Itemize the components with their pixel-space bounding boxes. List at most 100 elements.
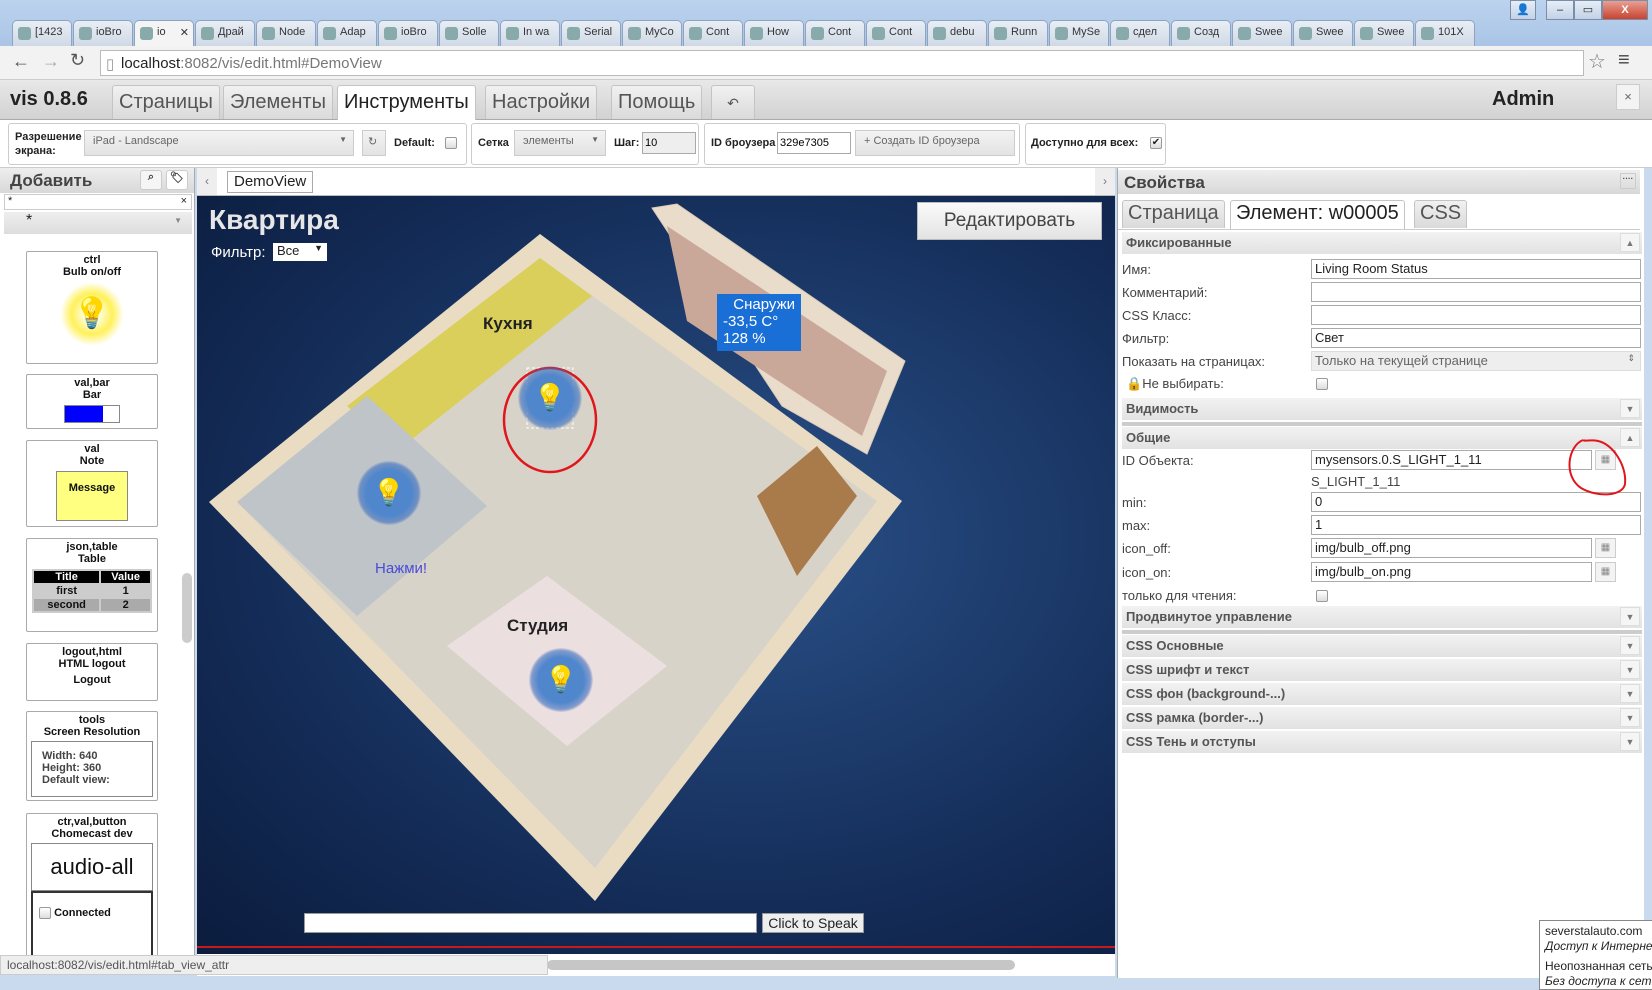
browser-tab[interactable]: Cont <box>866 20 926 46</box>
tab-help[interactable]: Помощь <box>611 85 703 119</box>
browser-tab[interactable]: Runn <box>988 20 1048 46</box>
menu-icon[interactable]: ≡ <box>1618 49 1630 72</box>
no-select-checkbox[interactable] <box>1316 378 1328 390</box>
filter-select[interactable]: Все ▼ <box>273 243 327 261</box>
maximize-button[interactable]: ▭ <box>1574 0 1602 20</box>
user-icon[interactable]: 👤 <box>1510 0 1536 20</box>
filter-input[interactable]: Свет <box>1311 328 1641 348</box>
close-button[interactable]: × <box>1616 84 1640 110</box>
chevron-down-icon[interactable]: ▼ <box>1620 636 1640 655</box>
chevron-up-icon[interactable]: ▲ <box>1620 233 1640 252</box>
view-canvas[interactable]: Квартира Фильтр: Все ▼ Редактировать Кухн… <box>197 196 1115 954</box>
reload-icon[interactable]: ↻ <box>70 50 85 71</box>
object-id-input[interactable]: mysensors.0.S_LIGHT_1_11 <box>1311 450 1592 470</box>
browser-tab[interactable]: Solle <box>439 20 499 46</box>
widget-set-select[interactable]: * ▼ <box>4 212 192 234</box>
connected-checkbox[interactable] <box>39 907 51 920</box>
widget-screen-resolution[interactable]: tools Screen Resolution Width: 640 Height:… <box>26 711 158 801</box>
name-input[interactable]: Living Room Status <box>1311 259 1641 279</box>
browser-tab[interactable]: сдел <box>1110 20 1170 46</box>
browser-tab[interactable]: In wa <box>500 20 560 46</box>
browser-tab[interactable]: Node <box>256 20 316 46</box>
tab-element[interactable]: Элемент: w00005 <box>1230 200 1405 230</box>
tab-widgets[interactable]: Элементы <box>223 85 333 119</box>
chevron-down-icon[interactable]: ▼ <box>1620 660 1640 679</box>
widget-chromecast[interactable]: ctr,val,button Chomecast dev audio-all Co… <box>26 813 158 973</box>
edit-button[interactable]: Редактировать <box>917 202 1102 240</box>
browser-tab[interactable]: MySe <box>1049 20 1109 46</box>
forward-icon[interactable]: → <box>42 51 60 72</box>
widget-bulb[interactable]: ctrl Bulb on/off 💡 <box>26 251 158 364</box>
bulb-icon[interactable]: 💡 <box>529 648 593 712</box>
select-icon-off-button[interactable]: ▦ <box>1595 538 1616 558</box>
tag-icon[interactable]: 🏷 <box>166 170 188 190</box>
widget-logout[interactable]: logout,html HTML logout Logout <box>26 643 158 701</box>
close-tab-icon[interactable]: ✕ <box>180 26 189 39</box>
search-icon[interactable]: ⌕ <box>140 170 162 190</box>
section-css-background[interactable]: CSS фон (background-...) ▼ <box>1122 683 1642 705</box>
available-all-checkbox[interactable]: ✔ <box>1150 137 1162 149</box>
chevron-right-icon[interactable]: › <box>1095 168 1115 195</box>
chevron-down-icon[interactable]: ▼ <box>1620 732 1640 751</box>
section-fixed[interactable]: Фиксированные ▲ <box>1122 232 1642 254</box>
browser-tab[interactable]: Cont <box>683 20 743 46</box>
browser-tab[interactable]: Драй <box>195 20 255 46</box>
section-css-border[interactable]: CSS рамка (border-...) ▼ <box>1122 707 1642 729</box>
chevron-down-icon[interactable]: ▼ <box>1620 684 1640 703</box>
max-input[interactable]: 1 <box>1311 515 1641 535</box>
tab-tools[interactable]: Инструменты <box>337 85 476 121</box>
show-on-pages-select[interactable]: Только на текущей странице ⇕ <box>1311 351 1641 371</box>
default-checkbox[interactable] <box>445 137 457 149</box>
chevron-down-icon[interactable]: ▼ <box>1620 708 1640 727</box>
browser-tab[interactable]: How <box>744 20 804 46</box>
browser-tab[interactable]: Swee <box>1354 20 1414 46</box>
back-icon[interactable]: ← <box>12 51 30 72</box>
select-icon-on-button[interactable]: ▦ <box>1595 562 1616 582</box>
create-browser-id-button[interactable]: + Создать ID броузера <box>855 130 1015 156</box>
widget-filter-input[interactable]: * × <box>4 194 192 210</box>
readonly-checkbox[interactable] <box>1316 590 1328 602</box>
icon-off-input[interactable]: img/bulb_off.png <box>1311 538 1592 558</box>
browser-tab[interactable]: 101X <box>1415 20 1475 46</box>
window-close-button[interactable]: X <box>1602 0 1648 20</box>
outside-weather-widget[interactable]: Снаружи -33,5 C° 128 % <box>717 294 801 351</box>
tab-page[interactable]: Страница <box>1122 200 1225 228</box>
browser-tab[interactable]: Adap <box>317 20 377 46</box>
comment-input[interactable] <box>1311 282 1641 302</box>
browser-tab[interactable]: debu <box>927 20 987 46</box>
css-class-input[interactable] <box>1311 305 1641 325</box>
browser-tab[interactable]: io ✕ <box>134 20 194 48</box>
section-css-basic[interactable]: CSS Основные ▼ <box>1122 635 1642 657</box>
browser-tab[interactable]: Swee <box>1293 20 1353 46</box>
horizontal-scrollbar[interactable] <box>547 960 1015 970</box>
chevron-down-icon[interactable]: ▼ <box>1620 607 1640 626</box>
browser-tab[interactable]: ioBro <box>73 20 133 46</box>
section-css-font[interactable]: CSS шрифт и текст ▼ <box>1122 659 1642 681</box>
bulb-icon[interactable]: 💡 <box>518 366 582 430</box>
browser-tab[interactable]: [1423 <box>12 20 72 46</box>
speech-input[interactable] <box>304 913 757 933</box>
browser-tab[interactable]: ioBro <box>378 20 438 46</box>
browser-tab[interactable]: MyCo <box>622 20 682 46</box>
view-tab-demoview[interactable]: DemoView <box>227 171 314 193</box>
chevron-down-icon[interactable]: ▼ <box>1620 399 1640 418</box>
resolution-select[interactable]: iPad - Landscape ▼ <box>84 130 354 156</box>
tab-settings[interactable]: Настройки <box>485 85 598 119</box>
browser-id-input[interactable] <box>777 132 851 154</box>
press-label[interactable]: Нажми! <box>375 560 427 577</box>
browser-tab[interactable]: Созд <box>1171 20 1231 46</box>
chevron-left-icon[interactable]: ‹ <box>197 168 217 195</box>
bulb-icon[interactable]: 💡 <box>357 461 421 525</box>
widget-table[interactable]: json,table Table Title Value first 1 second… <box>26 538 158 632</box>
widget-note[interactable]: val Note Message <box>26 440 158 527</box>
undo-button[interactable]: ↶ <box>711 85 755 119</box>
clear-icon[interactable]: × <box>181 195 187 207</box>
grid-select[interactable]: элементы ▼ <box>514 130 606 156</box>
browser-tab[interactable]: Cont <box>805 20 865 46</box>
icon-on-input[interactable]: img/bulb_on.png <box>1311 562 1592 582</box>
tab-css[interactable]: CSS <box>1414 200 1468 228</box>
step-input[interactable] <box>642 132 696 154</box>
bookmark-star-icon[interactable]: ☆ <box>1588 49 1606 74</box>
widget-bar[interactable]: val,bar Bar <box>26 374 158 429</box>
browser-tab[interactable]: Swee <box>1232 20 1292 46</box>
